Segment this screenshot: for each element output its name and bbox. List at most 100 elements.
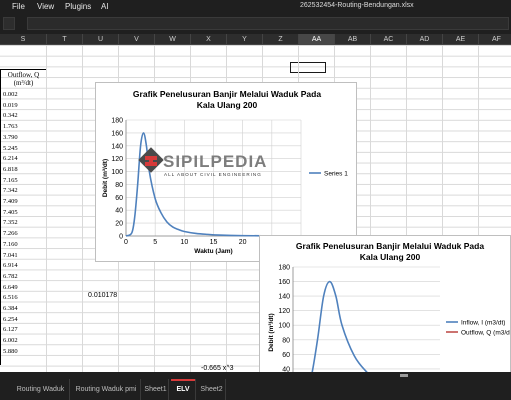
column-header-t[interactable]: T bbox=[47, 34, 83, 45]
chart-inflow-outflow[interactable]: Grafik Penelusuran Banjir Melalui Waduk … bbox=[259, 235, 511, 381]
outflow-cell[interactable]: 6.127 bbox=[3, 326, 18, 333]
outflow-header: Outflow, Q (m³/dt) bbox=[0, 71, 47, 87]
menu-plugins[interactable]: Plugins bbox=[65, 2, 91, 11]
formula-input[interactable] bbox=[27, 17, 509, 30]
outflow-cell[interactable]: 3.790 bbox=[3, 134, 18, 141]
y-tick-label: 80 bbox=[115, 182, 123, 189]
outflow-cell[interactable]: 6.254 bbox=[3, 316, 18, 323]
y-tick-label: 160 bbox=[278, 279, 290, 286]
column-header-u[interactable]: U bbox=[83, 34, 119, 45]
cell-w-value[interactable]: -0.665 x^3 bbox=[201, 365, 233, 372]
outflow-cell[interactable]: 6.214 bbox=[3, 155, 18, 162]
y-tick-label: 100 bbox=[278, 323, 290, 330]
outflow-cell[interactable]: 6.002 bbox=[3, 337, 18, 344]
column-header-y[interactable]: Y bbox=[227, 34, 263, 45]
sheet-tab-routing-waduk-pmi[interactable]: Routing Waduk pmi bbox=[72, 379, 141, 400]
sipilpedia-watermark: SIPILPEDIAALL ABOUT CIVIL ENGINEERING bbox=[138, 147, 267, 177]
sheet-tab-bar: Routing Waduk Routing Waduk pmi Sheet1 ELV S… bbox=[0, 379, 511, 400]
column-header-ad[interactable]: AD bbox=[407, 34, 443, 45]
y-tick-label: 120 bbox=[278, 308, 290, 315]
outflow-cell[interactable]: 7.266 bbox=[3, 230, 18, 237]
menu-ai[interactable]: AI bbox=[101, 2, 109, 11]
column-header-w[interactable]: W bbox=[155, 34, 191, 45]
sheet-tab-sheet1[interactable]: Sheet1 bbox=[143, 379, 169, 400]
chart-title-line1: Grafik Penelusuran Banjir Melalui Waduk … bbox=[133, 89, 321, 99]
cell-u-value[interactable]: 0.010178 bbox=[88, 292, 117, 299]
column-header-ac[interactable]: AC bbox=[371, 34, 407, 45]
x-axis-label: Waktu (Jam) bbox=[194, 248, 232, 255]
column-header-z[interactable]: Z bbox=[263, 34, 299, 45]
document-title: 262532454-Routing-Bendungan.xlsx bbox=[300, 2, 414, 9]
column-header-aa[interactable]: AA bbox=[299, 34, 335, 45]
y-axis-label: Debit (m³/dt) bbox=[102, 159, 109, 197]
x-tick-label: 5 bbox=[153, 239, 157, 246]
column-header-v[interactable]: V bbox=[119, 34, 155, 45]
outflow-cell[interactable]: 1.763 bbox=[3, 123, 18, 130]
y-tick-label: 160 bbox=[111, 130, 123, 137]
y-tick-label: 40 bbox=[115, 208, 123, 215]
name-box[interactable] bbox=[3, 17, 15, 30]
chart-title-line2: Kala Ulang 200 bbox=[197, 100, 258, 110]
sheet-tab-routing-waduk[interactable]: Routing Waduk bbox=[12, 379, 70, 400]
outflow-header-unit: (m³/dt) bbox=[13, 79, 34, 87]
legend-label-1: Inflow, I (m3/dt) bbox=[461, 320, 505, 327]
column-header-ab[interactable]: AB bbox=[335, 34, 371, 45]
y-tick-label: 20 bbox=[115, 221, 123, 228]
outflow-cell[interactable]: 0.019 bbox=[3, 102, 18, 109]
outflow-cell[interactable]: 5.245 bbox=[3, 145, 18, 152]
y-tick-label: 180 bbox=[278, 265, 290, 272]
y-tick-label: 140 bbox=[111, 143, 123, 150]
outflow-cell[interactable]: 7.352 bbox=[3, 219, 18, 226]
outflow-cell[interactable]: 7.405 bbox=[3, 209, 18, 216]
selected-cell[interactable] bbox=[290, 62, 326, 73]
outflow-cell[interactable]: 6.649 bbox=[3, 284, 18, 291]
horizontal-scrollbar[interactable] bbox=[0, 372, 511, 379]
outflow-cell[interactable]: 6.516 bbox=[3, 294, 18, 301]
grid-column-line bbox=[46, 45, 47, 378]
menu-bar: File View Plugins AI 262532454-Routing-B… bbox=[0, 0, 511, 14]
column-header-x[interactable]: X bbox=[191, 34, 227, 45]
y-tick-label: 60 bbox=[115, 195, 123, 202]
chart-title-line1: Grafik Penelusuran Banjir Melalui Waduk … bbox=[296, 241, 484, 251]
formula-toolbar bbox=[0, 14, 511, 34]
menu-file[interactable]: File bbox=[12, 2, 25, 11]
y-tick-label: 140 bbox=[278, 294, 290, 301]
column-headers: S T U V W X Y Z AA AB AC AD AE AF bbox=[0, 34, 511, 45]
y-tick-label: 60 bbox=[282, 352, 290, 359]
menu-view[interactable]: View bbox=[37, 2, 54, 11]
chart-svg-2: Grafik Penelusuran Banjir Melalui Waduk … bbox=[268, 241, 510, 381]
x-tick-label: 10 bbox=[180, 239, 188, 246]
column-header-af[interactable]: AF bbox=[479, 34, 511, 45]
x-tick-label: 20 bbox=[239, 239, 247, 246]
outflow-cell[interactable]: 7.409 bbox=[3, 198, 18, 205]
legend-label-1: Series 1 bbox=[324, 171, 348, 178]
sheet-tab-sheet2[interactable]: Sheet2 bbox=[198, 379, 226, 400]
chart-title-line2: Kala Ulang 200 bbox=[360, 252, 421, 262]
outflow-cell[interactable]: 6.914 bbox=[3, 262, 18, 269]
sheet-nav-arrows[interactable] bbox=[0, 379, 11, 400]
x-tick-label: 15 bbox=[210, 239, 218, 246]
watermark-brand: SIPILPEDIA bbox=[163, 152, 267, 171]
outflow-cell[interactable]: 5.880 bbox=[3, 348, 18, 355]
outflow-header-title: Outflow, Q bbox=[7, 71, 40, 79]
y-tick-label: 80 bbox=[282, 337, 290, 344]
outflow-cell[interactable]: 7.160 bbox=[3, 241, 18, 248]
y-tick-label: 100 bbox=[111, 169, 123, 176]
outflow-cell[interactable]: 7.041 bbox=[3, 252, 18, 259]
sheet-tab-elv[interactable]: ELV bbox=[171, 379, 196, 400]
outflow-cell[interactable]: 6.384 bbox=[3, 305, 18, 312]
legend-label-2: Outflow, Q (m3/d bbox=[461, 330, 510, 337]
outflow-cell[interactable]: 0.342 bbox=[3, 112, 18, 119]
outflow-cell[interactable]: 6.818 bbox=[3, 166, 18, 173]
x-tick-label: 0 bbox=[124, 239, 128, 246]
outflow-cell[interactable]: 7.342 bbox=[3, 187, 18, 194]
column-header-ae[interactable]: AE bbox=[443, 34, 479, 45]
outflow-cell[interactable]: 7.165 bbox=[3, 177, 18, 184]
column-header-s[interactable]: S bbox=[0, 34, 47, 45]
series-line-1 bbox=[309, 280, 379, 381]
outflow-cell[interactable]: 6.782 bbox=[3, 273, 18, 280]
y-tick-label: 120 bbox=[111, 156, 123, 163]
scrollbar-thumb[interactable] bbox=[400, 374, 408, 377]
y-tick-label: 0 bbox=[119, 234, 123, 241]
outflow-cell[interactable]: 0.002 bbox=[3, 91, 18, 98]
